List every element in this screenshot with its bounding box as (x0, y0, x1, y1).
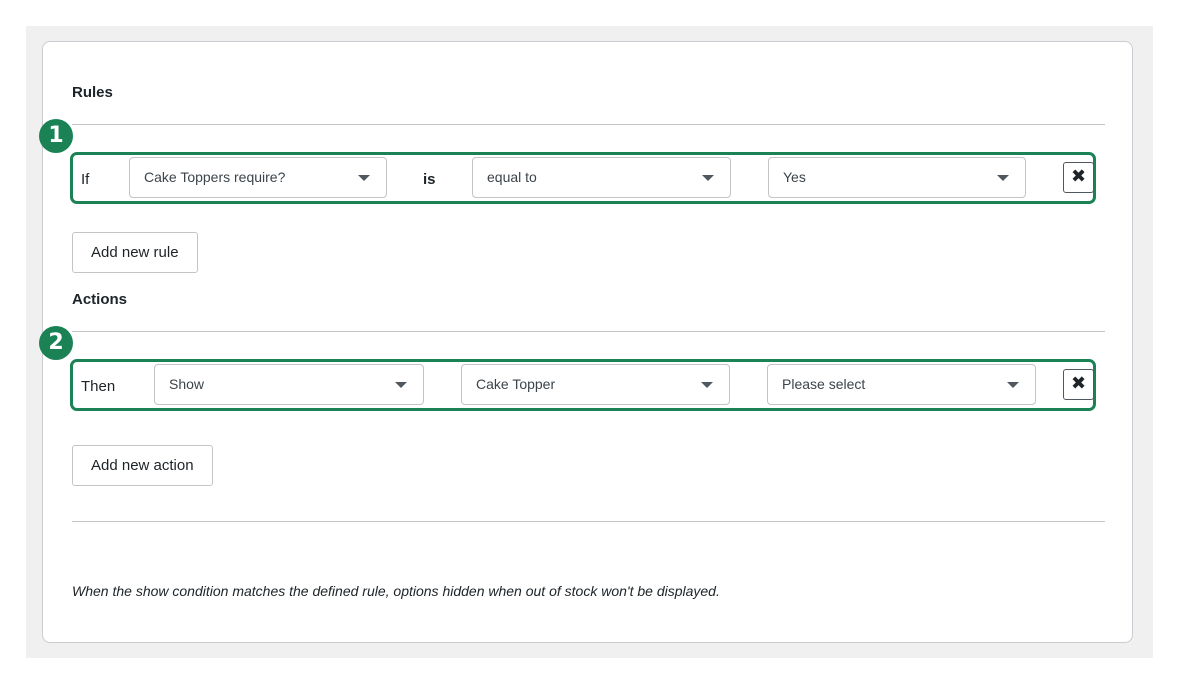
rule-operator-select-value: equal to (487, 169, 537, 185)
caret-down-icon (1007, 382, 1019, 388)
actions-heading: Actions (72, 291, 128, 308)
close-icon: ✖ (1070, 166, 1087, 187)
action-target-select-value: Cake Topper (476, 376, 556, 392)
rules-heading: Rules (72, 84, 113, 101)
rule-field-select-value: Cake Toppers require? (144, 169, 286, 185)
rule-value-select-value: Yes (783, 169, 806, 185)
caret-down-icon (395, 382, 407, 388)
is-label: is (423, 171, 436, 188)
rules-divider (72, 124, 1105, 125)
action-option-select[interactable]: Please select (767, 364, 1036, 405)
caret-down-icon (358, 175, 370, 181)
help-note: When the show condition matches the defi… (72, 583, 720, 599)
rule-field-select[interactable]: Cake Toppers require? (129, 157, 387, 198)
action-target-select[interactable]: Cake Topper (461, 364, 730, 405)
rule-operator-select[interactable]: equal to (472, 157, 731, 198)
action-type-select-value: Show (169, 376, 205, 392)
if-label: If (81, 171, 90, 188)
footer-divider (72, 521, 1105, 522)
caret-down-icon (701, 382, 713, 388)
action-type-select[interactable]: Show (154, 364, 424, 405)
rule-value-select[interactable]: Yes (768, 157, 1026, 198)
then-label: Then (81, 378, 116, 395)
actions-divider (72, 331, 1105, 332)
step-1-badge: 1 (39, 119, 73, 153)
action-option-select-value: Please select (782, 376, 866, 392)
step-2-badge: 2 (39, 326, 73, 360)
add-new-action-button[interactable]: Add new action (72, 445, 213, 486)
delete-action-button[interactable]: ✖ (1063, 369, 1094, 400)
delete-rule-button[interactable]: ✖ (1063, 162, 1094, 193)
conditional-logic-panel (42, 41, 1133, 643)
caret-down-icon (702, 175, 714, 181)
add-new-rule-button[interactable]: Add new rule (72, 232, 198, 273)
close-icon: ✖ (1070, 373, 1087, 394)
caret-down-icon (997, 175, 1009, 181)
